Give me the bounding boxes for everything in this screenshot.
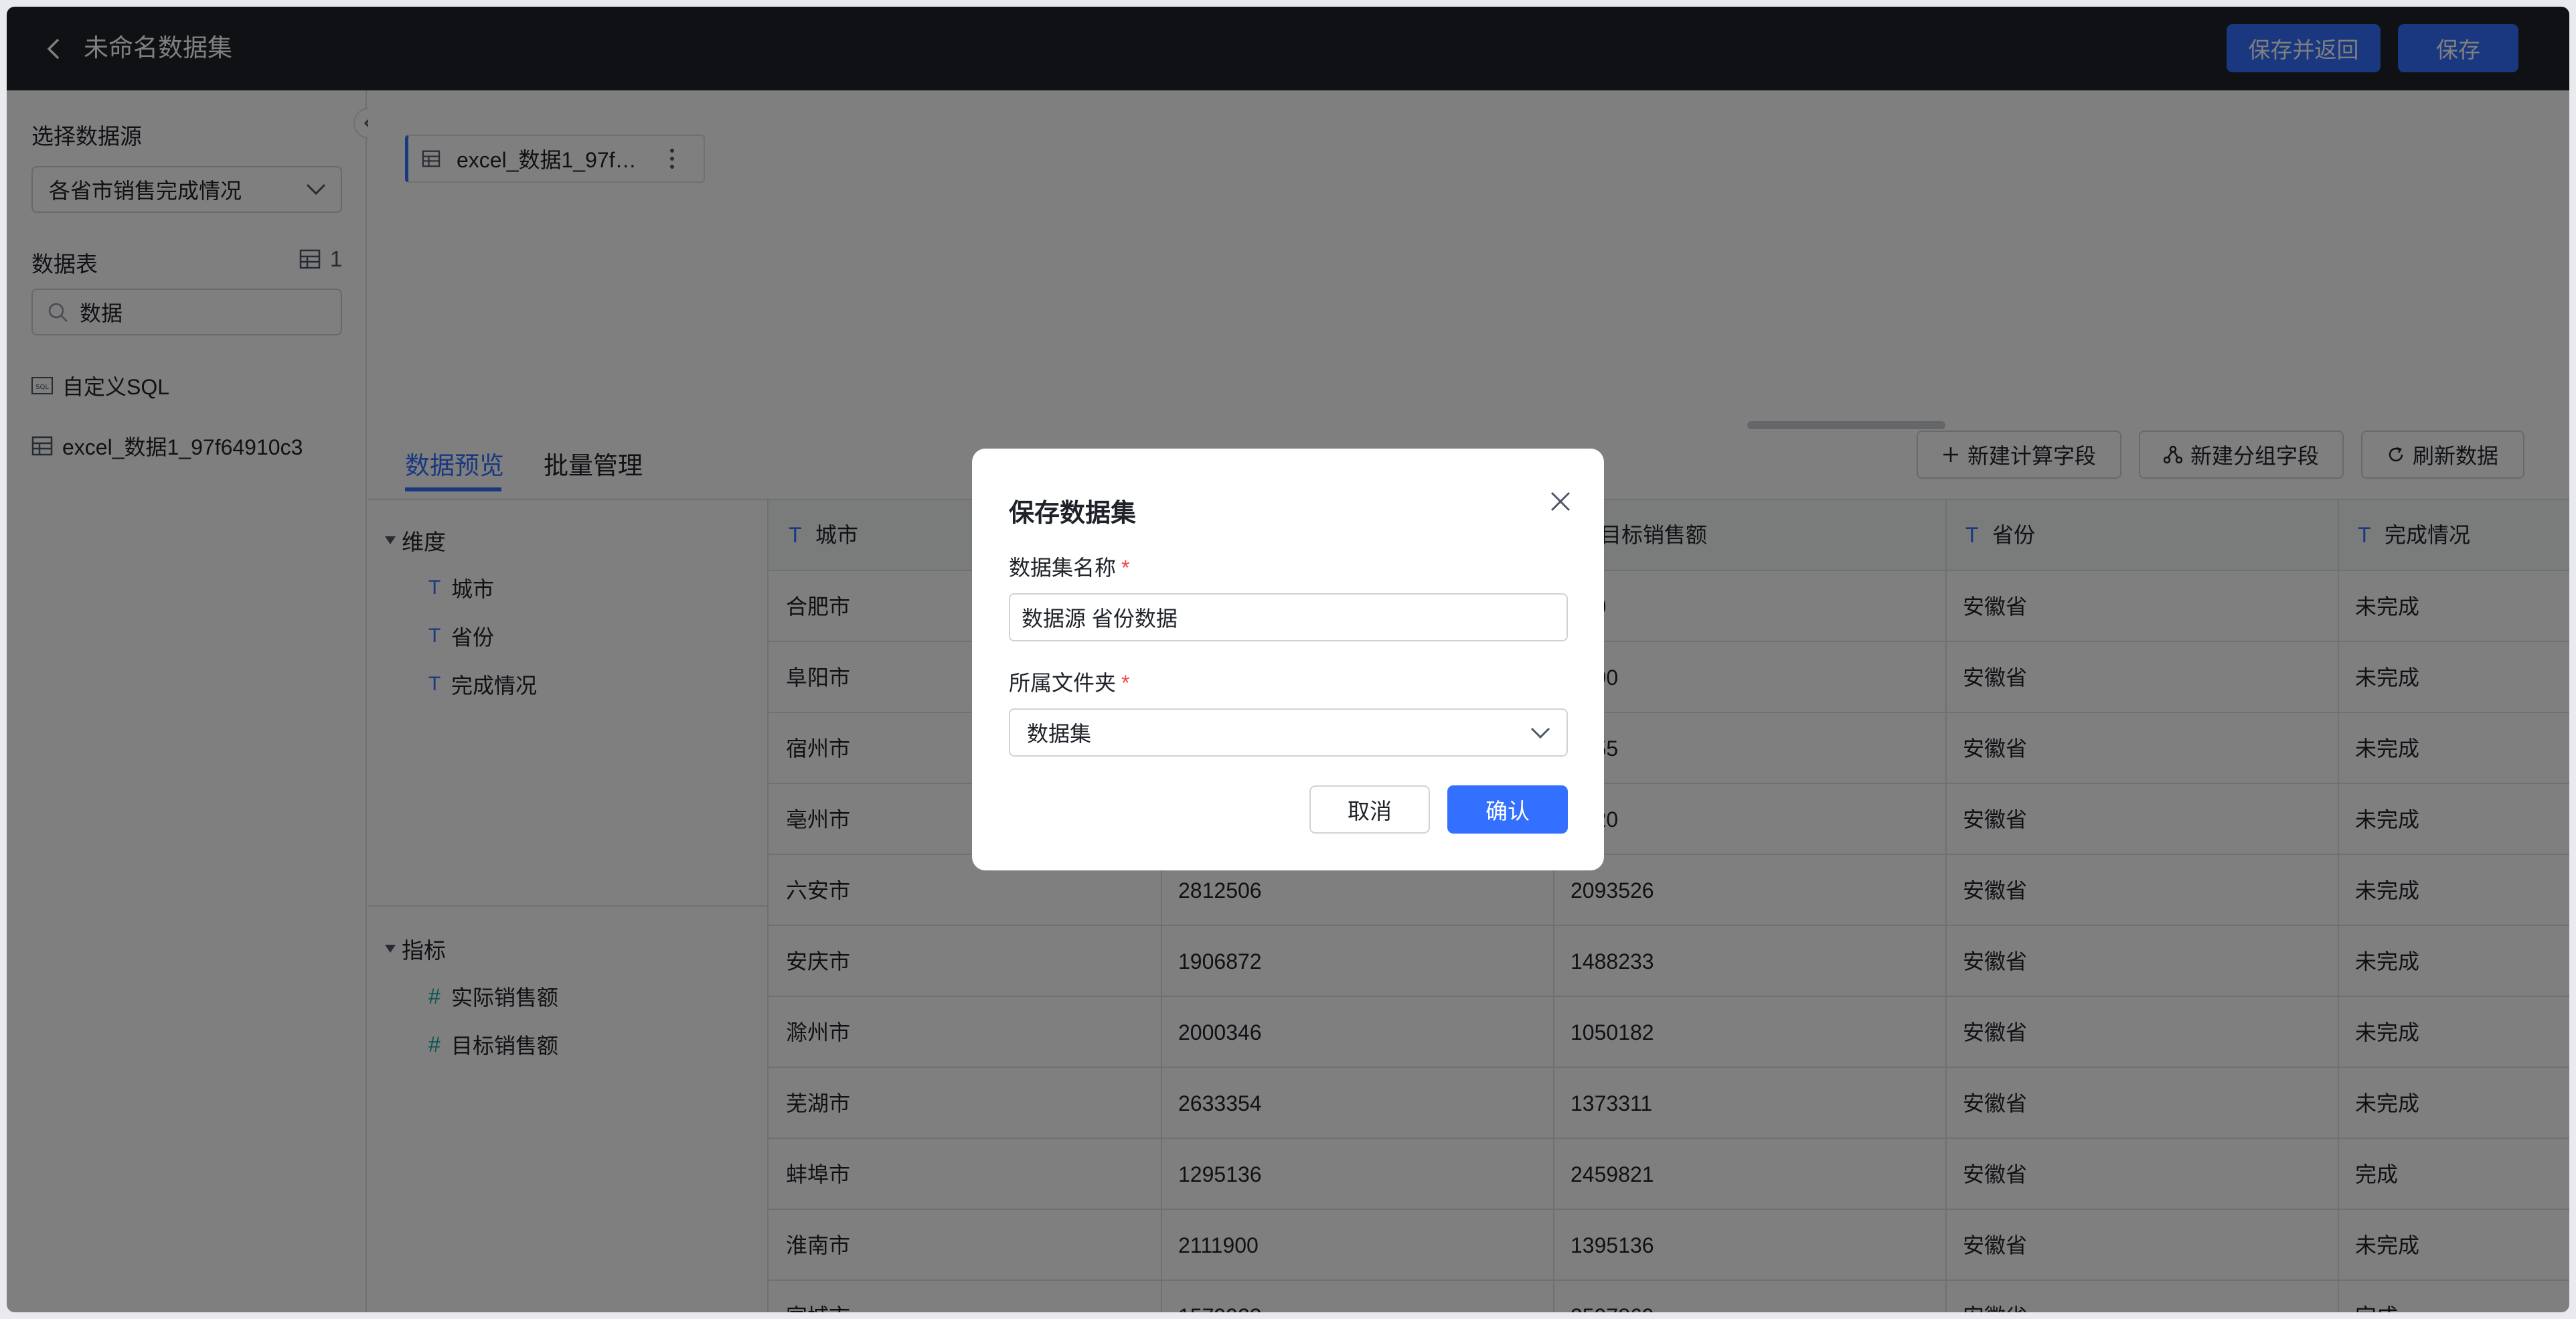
- dataset-name-input[interactable]: 数据源 省份数据: [1009, 593, 1568, 641]
- close-icon[interactable]: [1549, 490, 1572, 513]
- app-window: 未命名数据集 保存并返回 保存 选择数据源 各省市销售完成情况 数据表 1 数据…: [7, 7, 2569, 1312]
- dataset-name-value: 数据源 省份数据: [1022, 607, 1178, 631]
- cancel-button[interactable]: 取消: [1309, 785, 1430, 834]
- folder-select[interactable]: 数据集: [1009, 708, 1568, 757]
- required-mark: *: [1121, 671, 1130, 695]
- confirm-button[interactable]: 确认: [1447, 785, 1568, 834]
- folder-value: 数据集: [1027, 722, 1092, 746]
- save-dataset-dialog: 保存数据集 数据集名称 * 数据源 省份数据 所属文件夹 * 数据集 取消 确认: [972, 449, 1604, 870]
- name-label-text: 数据集名称: [1009, 556, 1117, 580]
- name-field-label: 数据集名称 *: [1009, 551, 1129, 582]
- required-mark: *: [1121, 556, 1130, 580]
- chevron-down-icon: [1530, 727, 1550, 739]
- folder-field-label: 所属文件夹 *: [1009, 666, 1129, 697]
- folder-label-text: 所属文件夹: [1009, 671, 1117, 695]
- dialog-title: 保存数据集: [1009, 499, 1137, 528]
